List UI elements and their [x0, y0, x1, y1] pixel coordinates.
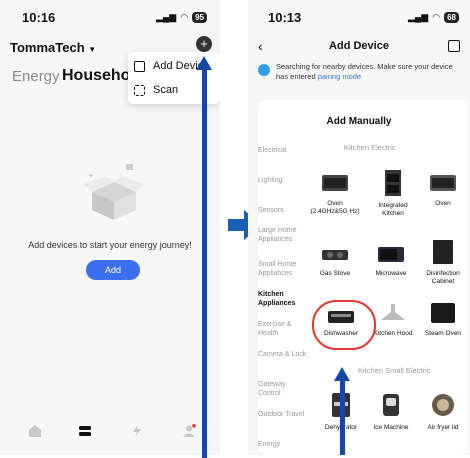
add-manually-heading: Add Manually: [326, 116, 392, 127]
profile-icon[interactable]: [182, 424, 196, 438]
status-icons: ▂▄▆ ◠ 95: [156, 12, 207, 23]
category-sensors[interactable]: Sensors: [258, 206, 308, 215]
ice-machine-icon: [383, 394, 399, 416]
oven-icon: [430, 175, 456, 191]
wifi-icon: ◠: [432, 12, 441, 22]
air-fryer-lid-icon: [432, 394, 454, 416]
scan-icon: [134, 84, 145, 96]
category-small-home-appliances[interactable]: Small Home Appliances: [258, 260, 308, 278]
tab-energy[interactable]: Energy: [12, 68, 60, 85]
device-label: Ice Machine: [373, 424, 409, 431]
device-label: Kitchen Hood: [373, 330, 413, 337]
status-time: 10:13: [268, 10, 302, 25]
category-energy[interactable]: Energy: [258, 440, 308, 449]
device-label: Oven: [435, 200, 451, 207]
device-gas-stove[interactable]: Gas Stove: [310, 244, 360, 278]
signal-icon: ▂▄▆: [408, 12, 429, 22]
right-phone-screen: 10:13 ▂▄▆ ◠ 68 ‹ Add Device Searching fo…: [248, 0, 470, 455]
kitchen-hood-icon: [381, 304, 405, 320]
home-icon[interactable]: [28, 424, 42, 438]
category-exercise-health[interactable]: Exercise & Health: [258, 320, 308, 338]
oven-icon: [322, 175, 348, 191]
device-integrated-kitchen[interactable]: Integrated Kitchen: [368, 170, 418, 218]
empty-box-illustration: ✦: [84, 164, 144, 220]
category-kitchen-appliances[interactable]: Kitchen Appliances: [258, 290, 308, 308]
device-disinfection-cabinet[interactable]: Disinfection Cabinet: [418, 240, 468, 286]
add-device-button[interactable]: Add: [86, 260, 140, 280]
section-kitchen-small-electric: Kitchen Small Electric: [358, 366, 431, 375]
device-label: Microwave: [375, 270, 407, 277]
annotation-arrow-head: [196, 56, 212, 70]
device-label: Air fryer lid: [427, 424, 459, 431]
wifi-icon: ◠: [180, 12, 189, 22]
device-ice-machine[interactable]: Ice Machine: [366, 392, 416, 432]
disinfection-cabinet-icon: [433, 240, 453, 264]
menu-item-label: Scan: [153, 84, 179, 96]
integrated-kitchen-icon: [385, 170, 401, 196]
home-name: TommaTech: [10, 40, 85, 55]
annotation-arrow-shaft: [340, 380, 345, 455]
category-large-home-appliances[interactable]: Large Home Appliances: [258, 226, 308, 244]
add-device-icon: [134, 60, 145, 72]
device-oven-dual-band[interactable]: Oven (2.4GHz&5G Hz): [310, 172, 360, 216]
device-label: Gas Stove: [319, 270, 351, 277]
device-air-fryer-lid[interactable]: Air fryer lid: [418, 392, 468, 432]
category-gateway-control[interactable]: Gateway Control: [258, 380, 308, 398]
device-label: Oven (2.4GHz&5G Hz): [310, 200, 360, 215]
left-phone-screen: 10:16 ▂▄▆ ◠ 95 TommaTech ▼ + Energy Hous…: [0, 0, 220, 455]
steam-oven-icon: [431, 303, 455, 323]
battery-icon: 68: [444, 12, 459, 23]
category-lighting[interactable]: Lighting: [258, 176, 308, 185]
device-oven[interactable]: Oven: [418, 172, 468, 208]
searching-text: Searching for nearby devices. Make sure …: [276, 62, 453, 81]
device-microwave[interactable]: Microwave: [366, 244, 416, 278]
gas-stove-icon: [322, 250, 348, 260]
dishwasher-highlight-outline: [312, 300, 376, 350]
annotation-arrow-head: [334, 367, 350, 381]
status-icons: ▂▄▆ ◠ 68: [408, 12, 459, 23]
signal-icon: ▂▄▆: [156, 12, 177, 22]
device-label: Integrated Kitchen: [378, 202, 408, 217]
chevron-down-icon: ▼: [88, 45, 97, 54]
category-camera-lock[interactable]: Camera & Lock: [258, 350, 308, 359]
svg-text:✦: ✦: [88, 172, 94, 180]
home-selector[interactable]: TommaTech ▼: [10, 40, 96, 55]
energy-icon[interactable]: [130, 424, 144, 438]
status-time: 10:16: [22, 10, 56, 25]
page-title: Add Device: [329, 40, 389, 52]
devices-icon[interactable]: [78, 424, 92, 438]
add-plus-button[interactable]: +: [196, 36, 212, 52]
pairing-mode-link[interactable]: pairing mode: [318, 72, 361, 81]
battery-icon: 95: [192, 12, 207, 23]
section-kitchen-electric: Kitchen Electric: [344, 143, 396, 152]
category-outdoor-travel[interactable]: Outdoor Travel: [258, 410, 308, 419]
microwave-icon: [378, 247, 404, 262]
bottom-nav: [0, 408, 220, 455]
annotation-arrow-shaft: [202, 68, 207, 458]
device-steam-oven[interactable]: Steam Oven: [418, 302, 468, 338]
empty-state-message: Add devices to start your energy journey…: [28, 240, 192, 250]
device-label: Disinfection Cabinet: [426, 270, 460, 285]
menu-item-scan[interactable]: Scan: [134, 84, 178, 96]
device-label: Steam Oven: [424, 330, 462, 337]
scan-icon[interactable]: [448, 40, 460, 52]
category-electrical[interactable]: Electrical: [258, 146, 308, 155]
searching-message: Searching for nearby devices. Make sure …: [258, 62, 463, 82]
